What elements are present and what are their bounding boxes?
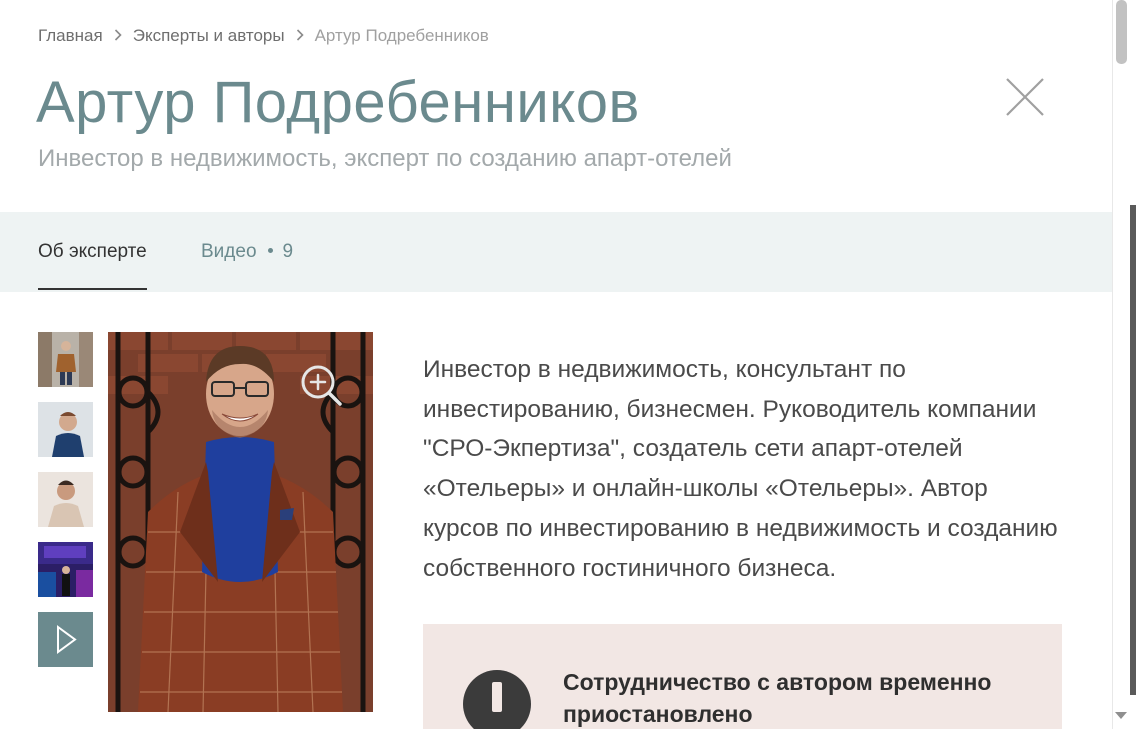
zoom-in-icon bbox=[301, 365, 342, 406]
notice-text: Сотрудничество с автором временно приост… bbox=[563, 669, 992, 727]
play-icon bbox=[57, 625, 77, 654]
breadcrumb-experts-link[interactable]: Эксперты и авторы bbox=[133, 26, 285, 46]
scroll-down-arrow-icon[interactable] bbox=[1115, 712, 1127, 719]
cooperation-notice: Сотрудничество с автором временно приост… bbox=[423, 624, 1062, 729]
close-button[interactable] bbox=[1006, 78, 1044, 116]
page-title: Артур Подребенников bbox=[36, 68, 640, 136]
breadcrumb: Главная Эксперты и авторы Артур Подребен… bbox=[38, 26, 489, 46]
zoom-button[interactable] bbox=[300, 364, 342, 406]
scrollbar-thumb[interactable] bbox=[1116, 0, 1127, 64]
gallery-thumbnail-4[interactable] bbox=[38, 542, 93, 597]
person-photo-icon bbox=[38, 332, 93, 387]
person-photo-icon bbox=[38, 472, 93, 527]
tab-about-expert[interactable]: Об эксперте bbox=[38, 212, 147, 292]
video-thumbnail[interactable] bbox=[38, 612, 93, 667]
chevron-right-icon bbox=[296, 28, 304, 45]
gallery-thumbnail-1[interactable] bbox=[38, 332, 93, 387]
chevron-right-icon bbox=[114, 28, 122, 45]
tab-video[interactable]: Видео 9 bbox=[201, 212, 293, 292]
tab-about-label: Об эксперте bbox=[38, 241, 147, 262]
expert-page: Главная Эксперты и авторы Артур Подребен… bbox=[0, 0, 1138, 729]
video-count: 9 bbox=[282, 241, 294, 262]
event-photo-icon bbox=[38, 542, 93, 597]
person-photo-icon bbox=[38, 402, 93, 457]
breadcrumb-home-link[interactable]: Главная bbox=[38, 26, 103, 46]
gallery-thumbnail-3[interactable] bbox=[38, 472, 93, 527]
gallery-thumbnail-2[interactable] bbox=[38, 402, 93, 457]
tab-bar: Об эксперте Видео 9 bbox=[0, 212, 1112, 292]
breadcrumb-current: Артур Подребенников bbox=[314, 26, 489, 45]
dot-separator bbox=[267, 247, 273, 253]
tab-video-label: Видео bbox=[201, 241, 257, 262]
scrollbar-track-indicator bbox=[1130, 205, 1136, 695]
expert-description: Инвестор в недвижимость, консультант по … bbox=[423, 356, 1058, 582]
exclamation-icon bbox=[463, 670, 531, 729]
close-icon bbox=[1006, 78, 1044, 116]
expert-subtitle: Инвестор в недвижимость, эксперт по созд… bbox=[38, 145, 732, 172]
expert-name: Артур Подребенников bbox=[36, 70, 640, 135]
